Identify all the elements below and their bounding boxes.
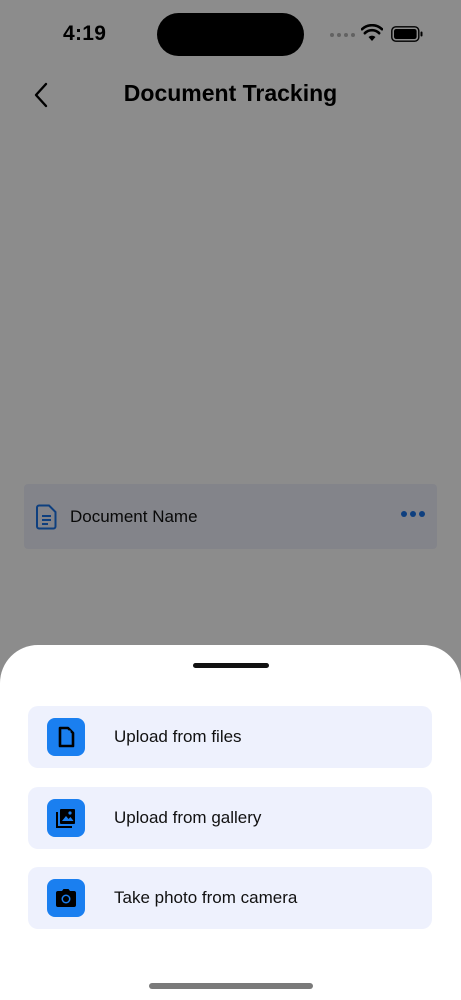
camera-icon bbox=[47, 879, 85, 917]
file-icon bbox=[47, 718, 85, 756]
home-indicator[interactable] bbox=[149, 983, 313, 989]
sheet-grabber[interactable] bbox=[193, 663, 269, 668]
upload-options-sheet: Upload from files Upload from gallery Ta… bbox=[0, 645, 461, 1000]
option-label: Take photo from camera bbox=[114, 888, 298, 907]
gallery-icon bbox=[47, 799, 85, 837]
option-label: Upload from gallery bbox=[114, 808, 262, 827]
upload-from-gallery-option[interactable]: Upload from gallery bbox=[28, 787, 432, 849]
take-photo-option[interactable]: Take photo from camera bbox=[28, 867, 432, 929]
option-label: Upload from files bbox=[114, 727, 242, 746]
upload-from-files-option[interactable]: Upload from files bbox=[28, 706, 432, 768]
